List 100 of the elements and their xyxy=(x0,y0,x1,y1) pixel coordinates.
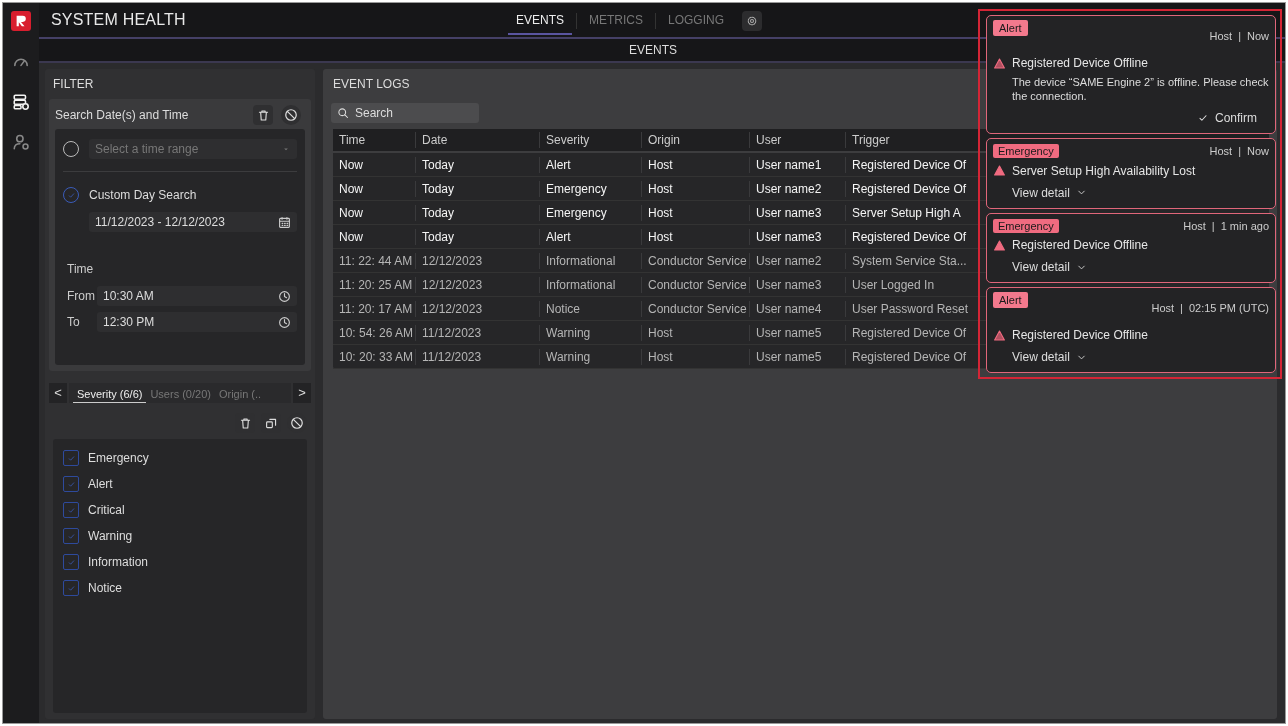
section-heading: EVENTS xyxy=(629,42,677,59)
table-cell: Today xyxy=(415,180,539,197)
clock-icon xyxy=(278,289,291,303)
table-cell: Today xyxy=(415,228,539,245)
check-icon xyxy=(66,479,76,489)
column-header[interactable]: Origin xyxy=(641,132,749,148)
severity-tag: Emergency xyxy=(993,144,1059,159)
notification-title: Registered Device Offline xyxy=(1012,327,1148,344)
table-cell: User name3 xyxy=(749,204,845,221)
time-label: Time xyxy=(67,261,95,278)
checkbox[interactable] xyxy=(63,528,79,544)
date-range-field[interactable]: 11/12/2023 - 12/12/2023 xyxy=(89,212,297,232)
warning-icon xyxy=(993,328,1006,342)
checkbox[interactable] xyxy=(63,554,79,570)
separator-text: | xyxy=(1238,144,1241,159)
column-header[interactable]: Date xyxy=(415,132,539,148)
nav-tab[interactable]: LOGGING xyxy=(660,7,733,35)
checkbox[interactable] xyxy=(63,502,79,518)
table-cell-text: 11: 20: 17 AM xyxy=(338,300,414,317)
clock-icon xyxy=(278,315,291,329)
table-cell: Notice xyxy=(539,300,641,317)
check-icon xyxy=(66,190,76,200)
checkbox-label: Alert xyxy=(88,476,113,493)
notification-title: Registered Device Offline xyxy=(1012,55,1148,72)
separator-text: | xyxy=(1238,28,1241,44)
table-cell: Emergency xyxy=(539,180,641,197)
delete-button[interactable] xyxy=(253,105,273,125)
table-cell: Informational xyxy=(539,252,641,269)
table-cell: User name5 xyxy=(749,348,845,365)
table-cell: Warning xyxy=(539,324,641,341)
column-header[interactable]: User xyxy=(749,132,845,148)
table-cell: 12/12/2023 xyxy=(415,300,539,317)
table-cell-text: 11: 20: 25 AM xyxy=(338,276,414,293)
block-icon xyxy=(290,416,304,430)
table-cell: Warning xyxy=(539,348,641,365)
table-cell: Alert xyxy=(539,228,641,245)
app-logo[interactable] xyxy=(11,11,31,31)
table-cell-text: 11: 22: 44 AM xyxy=(338,252,414,269)
table-cell: Host xyxy=(641,204,749,221)
separator-text: | xyxy=(1180,300,1183,316)
table-cell: Host xyxy=(641,324,749,341)
checkbox[interactable] xyxy=(63,476,79,492)
table-cell: Host xyxy=(641,348,749,365)
search-field[interactable]: Search xyxy=(331,103,479,123)
column-header[interactable]: Time xyxy=(333,132,415,148)
checkbox[interactable] xyxy=(63,580,79,596)
table-cell: Conductor Service xyxy=(641,252,749,269)
action-button[interactable]: Confirm xyxy=(1197,109,1257,127)
clear-button[interactable] xyxy=(281,105,301,125)
table-cell: Conductor Service xyxy=(641,276,749,293)
time-from-field[interactable]: 10:30 AM xyxy=(97,286,297,306)
checkbox-label: Information xyxy=(88,554,149,571)
previous-button[interactable]: < xyxy=(49,383,67,403)
time-text: Now xyxy=(1247,28,1269,44)
time-to-field[interactable]: 12:30 PM xyxy=(97,312,297,332)
check-icon xyxy=(66,557,76,567)
warning-icon xyxy=(993,238,1006,252)
user-settings-icon[interactable] xyxy=(12,133,30,151)
panel-title: FILTER xyxy=(52,76,95,93)
severity-tag: Alert xyxy=(993,20,1028,36)
calendar-icon xyxy=(278,215,291,229)
warning-icon xyxy=(993,56,1006,70)
table-cell: User name3 xyxy=(749,276,845,293)
severity-tag: Emergency xyxy=(993,218,1059,233)
field-label: From xyxy=(67,288,96,305)
notification-message: The device “SAME Engine 2” is offline. Please check the connection. xyxy=(1012,75,1269,103)
table-cell: User name4 xyxy=(749,300,845,317)
check-icon xyxy=(66,583,76,593)
table-cell: Emergency xyxy=(539,204,641,221)
checkbox[interactable] xyxy=(63,450,79,466)
nav-tab[interactable]: EVENTS xyxy=(508,7,572,35)
table-cell: User name2 xyxy=(749,180,845,197)
trash-icon xyxy=(256,108,270,122)
next-button[interactable]: > xyxy=(293,383,311,403)
server-settings-icon[interactable] xyxy=(12,93,30,111)
table-cell: User name3 xyxy=(749,228,845,245)
table-cell: 11/12/2023 xyxy=(415,348,539,365)
check-icon xyxy=(1197,112,1209,124)
block-icon xyxy=(284,108,298,122)
table-cell: Informational xyxy=(539,276,641,293)
table-cell: Today xyxy=(415,204,539,221)
check-icon xyxy=(66,453,76,463)
table-cell: User name2 xyxy=(749,252,845,269)
checkbox-label: Notice xyxy=(88,580,122,597)
action-button[interactable]: View detail xyxy=(1012,348,1087,366)
table-cell: 12/12/2023 xyxy=(415,252,539,269)
settings-button[interactable] xyxy=(742,11,763,31)
checkbox-label: Emergency xyxy=(88,450,149,467)
warning-icon xyxy=(993,164,1006,177)
table-cell: Conductor Service xyxy=(641,300,749,317)
table-cell: User name1 xyxy=(749,156,845,173)
check-icon xyxy=(66,505,76,515)
table-cell: Host xyxy=(641,180,749,197)
origin-text: Host xyxy=(1209,144,1233,159)
table-cell-text: 10: 54: 26 AM xyxy=(338,324,415,341)
nav-tab[interactable]: METRICS xyxy=(581,7,651,35)
table-cell-text: 10: 20: 33 AM xyxy=(338,348,415,365)
column-header[interactable]: Severity xyxy=(539,132,641,148)
check-icon xyxy=(66,531,76,541)
card-title: Search Date(s) and Time xyxy=(55,107,189,124)
